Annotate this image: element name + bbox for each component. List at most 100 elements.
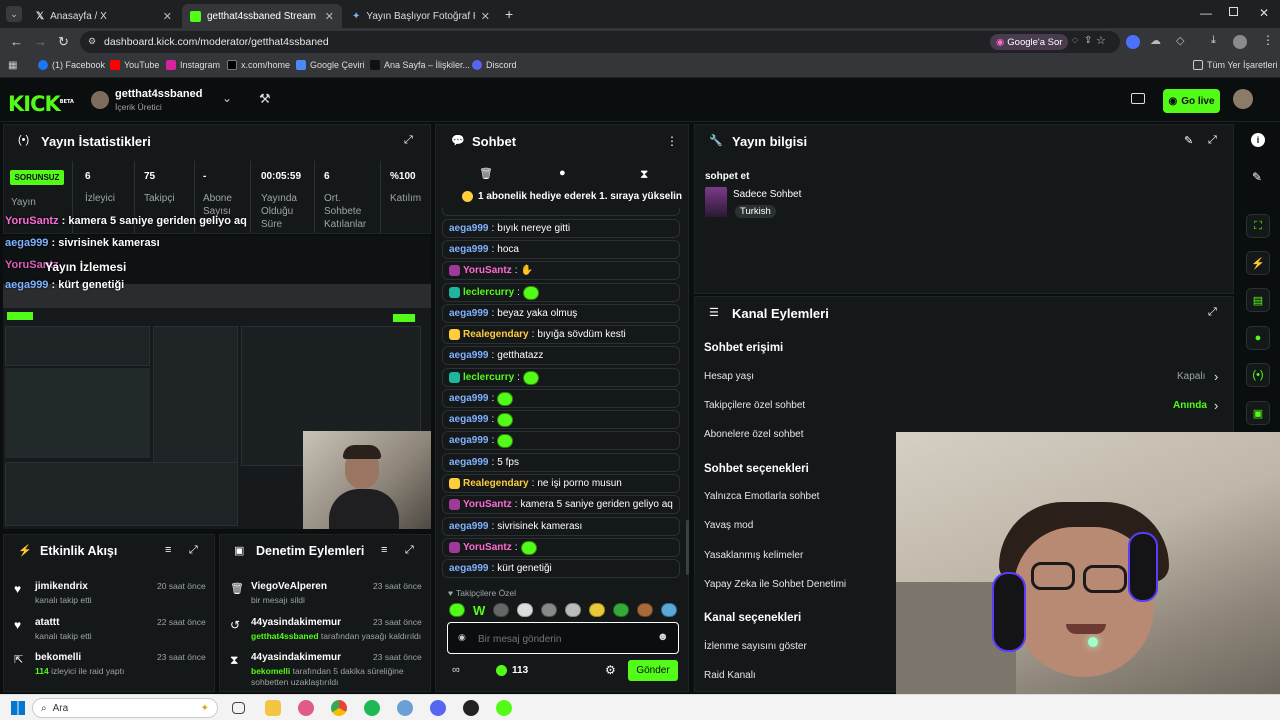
minimize-icon[interactable]: — <box>1200 6 1212 20</box>
chat-username[interactable]: aega999 <box>449 563 488 574</box>
chat-username[interactable]: YoruSantz <box>463 499 512 510</box>
site-info-icon[interactable]: ⚙ <box>88 36 96 47</box>
chat-message[interactable]: YoruSantz: ✋ <box>442 261 680 280</box>
trash-icon[interactable]: 🗑 <box>479 167 493 180</box>
bookmark-youtube[interactable]: YouTube <box>110 60 159 70</box>
layout-icon[interactable]: ▣ <box>1246 401 1270 425</box>
w-emote-icon[interactable]: W <box>473 603 485 619</box>
chat-message[interactable]: YoruSantz: <box>442 538 680 557</box>
tab-list-icon[interactable]: ⌄ <box>6 6 22 22</box>
bookmark-instagram[interactable]: Instagram <box>166 60 220 70</box>
browser-tab-x[interactable]: 𝕏 Anasayfa / X ✕ <box>28 4 180 28</box>
emote-icon[interactable] <box>637 603 654 617</box>
chat-username[interactable]: YoruSantz <box>463 265 512 276</box>
new-tab-icon[interactable]: + <box>505 6 513 22</box>
action-row-label[interactable]: Yasaklanmış kelimeler <box>704 550 803 561</box>
file-explorer-icon[interactable] <box>265 700 281 716</box>
spotify-icon[interactable] <box>364 700 380 716</box>
chat-message[interactable]: aega999: <box>442 431 680 450</box>
emote-icon[interactable] <box>565 603 582 617</box>
chat-message[interactable]: leclercurry: <box>442 283 680 302</box>
chat-username[interactable]: aega999 <box>449 521 488 532</box>
channel-avatar[interactable] <box>91 91 109 109</box>
info-icon[interactable]: i <box>1251 133 1265 147</box>
url-field[interactable]: ⚙ dashboard.kick.com/moderator/getthat4s… <box>80 31 1120 53</box>
extension-cloud-icon[interactable]: ☁ <box>1150 34 1161 47</box>
channel-name[interactable]: getthat4ssbaned <box>115 88 202 100</box>
user-avatar[interactable] <box>1233 89 1253 109</box>
expand-icon[interactable]: ⤢ <box>1208 134 1217 147</box>
chat-icon[interactable]: ● <box>1246 326 1270 350</box>
browser-tab-photo[interactable]: ✦ Yayın Başlıyor Fotoğraf Hazırlan ✕ <box>344 4 498 28</box>
chat-username[interactable]: Realegendary <box>463 478 529 489</box>
bookmark-x[interactable]: x.com/home <box>227 60 290 70</box>
activity-user[interactable]: bekomelli <box>35 652 81 663</box>
tools-icon[interactable]: ⚒ <box>259 91 271 107</box>
moderation-user[interactable]: ViegoVeAlperen <box>251 581 327 592</box>
emote-icon[interactable] <box>493 603 510 617</box>
chat-message[interactable]: aega999: bıyık nereye gitti <box>442 219 680 238</box>
expand-icon[interactable]: ⤢ <box>404 134 413 147</box>
chat-username[interactable]: aega999 <box>449 435 488 446</box>
category-name[interactable]: Sadece Sohbet <box>733 189 801 200</box>
chat-message[interactable]: Realegendary: ne işi porno musun <box>442 474 680 493</box>
activity-user[interactable]: jimikendrix <box>35 581 88 592</box>
chat-message[interactable]: leclercurry: <box>442 368 680 387</box>
moderation-user[interactable]: 44yasindakimemur <box>251 652 341 663</box>
broadcast-icon[interactable]: (•) <box>1246 363 1270 387</box>
send-button[interactable]: Gönder <box>628 660 678 681</box>
download-icon[interactable]: ⤓ <box>1211 34 1216 47</box>
ask-google-chip[interactable]: ◉ Google'a Sor <box>990 34 1069 50</box>
action-row-label[interactable]: Raid Kanalı <box>704 670 756 681</box>
emoji-picker-icon[interactable]: ☻ <box>657 631 669 643</box>
windows-start-icon[interactable] <box>11 701 25 715</box>
obs-icon[interactable] <box>463 700 479 716</box>
chat-username[interactable]: aega999 <box>449 457 488 468</box>
action-row-label[interactable]: Yalnızca Emotlarla sohbet <box>704 491 819 502</box>
action-row-label[interactable]: İzlenme sayısını göster <box>704 641 807 652</box>
action-row-label[interactable]: Hesap yaşı <box>704 371 754 382</box>
chat-menu-kebab-icon[interactable]: ⋮ <box>666 134 678 148</box>
action-row-value[interactable]: Anında <box>1173 400 1207 411</box>
profile-avatar[interactable] <box>1233 35 1247 49</box>
clip-icon[interactable]: ⛶ <box>1246 214 1270 238</box>
chrome-icon[interactable] <box>331 700 347 716</box>
extension-icon[interactable] <box>1126 35 1140 49</box>
filter-icon[interactable]: ≡ <box>381 544 387 556</box>
bookmark-discord[interactable]: Discord <box>472 60 517 70</box>
chat-username[interactable]: aega999 <box>449 223 488 234</box>
close-window-icon[interactable]: ✕ <box>1259 6 1269 20</box>
app-icon[interactable] <box>298 700 314 716</box>
chat-username[interactable]: aega999 <box>449 350 488 361</box>
close-tab-icon[interactable]: ✕ <box>163 10 172 23</box>
chat-message[interactable]: aega999: kürt genetiği <box>442 559 680 578</box>
settings-app-icon[interactable] <box>397 700 413 716</box>
chat-message[interactable]: aega999: sivrisinek kamerası <box>442 517 680 536</box>
kick-logo[interactable]: KICKBETA <box>8 92 74 116</box>
action-row-label[interactable]: Yavaş mod <box>704 520 753 531</box>
chat-message[interactable]: aega999: hoca <box>442 240 680 259</box>
chat-username[interactable]: aega999 <box>449 414 488 425</box>
chat-input[interactable]: ◉ ☻ <box>447 622 679 654</box>
emote-icon[interactable] <box>661 603 677 617</box>
browser-tab-kick[interactable]: getthat4ssbaned Stream - Kick ✕ <box>182 4 342 28</box>
chat-username[interactable]: leclercurry <box>463 372 514 383</box>
chat-message[interactable]: aega999: <box>442 410 680 429</box>
chat-username[interactable]: YoruSantz <box>463 542 512 553</box>
emote-icon[interactable] <box>541 603 558 617</box>
chat-username[interactable]: aega999 <box>449 308 488 319</box>
bookmark-translate[interactable]: Google Çeviri <box>296 60 365 70</box>
close-tab-icon[interactable]: ✕ <box>325 10 334 23</box>
emote-icon[interactable] <box>517 603 534 617</box>
chat-settings-dot-icon[interactable]: ◉ <box>458 632 466 643</box>
maximize-icon[interactable] <box>1229 7 1238 16</box>
edit-icon[interactable]: ✎ <box>1252 170 1262 184</box>
back-icon[interactable]: ← <box>10 34 23 49</box>
bookmark-facebook[interactable]: (1) Facebook <box>38 60 105 70</box>
chat-username[interactable]: aega999 <box>449 393 488 404</box>
kick-app-icon[interactable] <box>496 700 512 716</box>
gift-banner[interactable]: 1 abonelik hediye ederek 1. sıraya yükse… <box>462 191 682 202</box>
extensions-puzzle-icon[interactable]: ◇ <box>1176 34 1184 47</box>
activity-user[interactable]: atattt <box>35 617 59 628</box>
expand-icon[interactable]: ⤢ <box>1208 306 1217 319</box>
